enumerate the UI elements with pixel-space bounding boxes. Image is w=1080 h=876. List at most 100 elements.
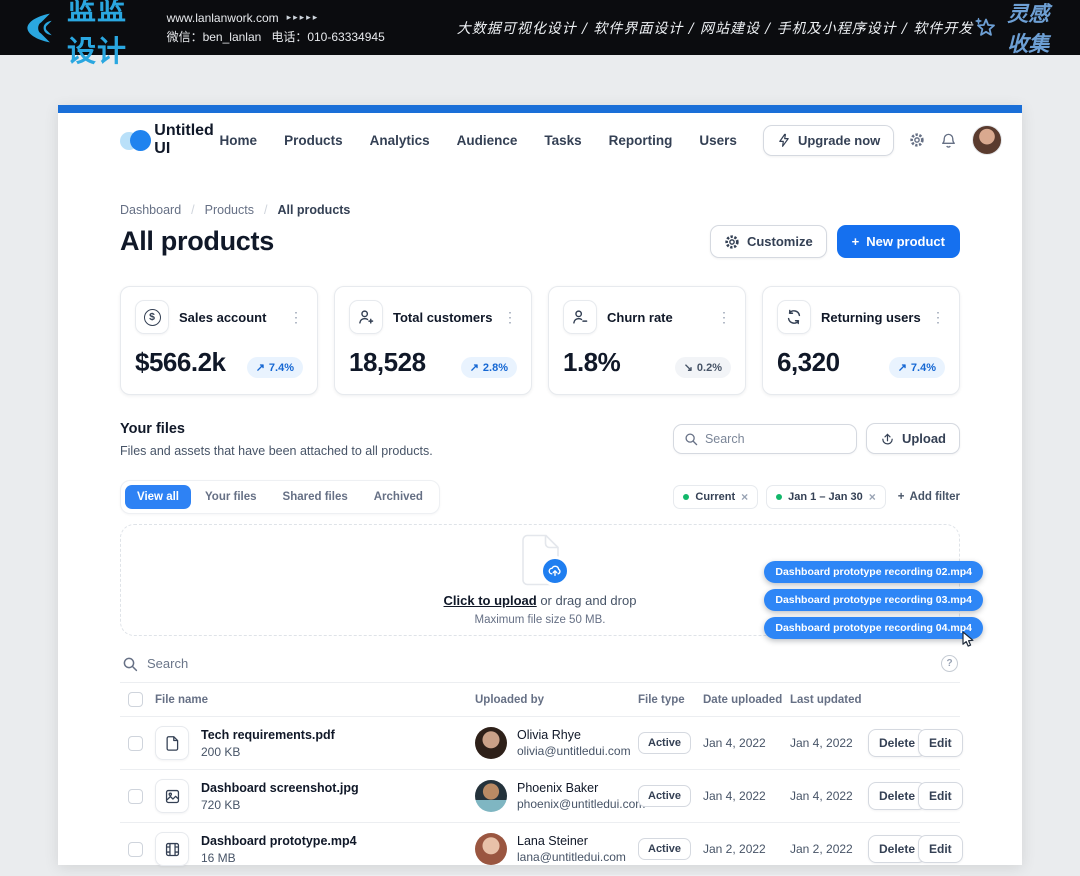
date-uploaded: Jan 2, 2022 bbox=[703, 842, 790, 856]
row-checkbox[interactable] bbox=[128, 736, 143, 751]
nav-item-audience[interactable]: Audience bbox=[457, 133, 518, 148]
banner-wechat: 微信：ben_lanlan bbox=[167, 30, 262, 44]
nav-item-products[interactable]: Products bbox=[284, 133, 343, 148]
tab-shared-files[interactable]: Shared files bbox=[271, 485, 360, 509]
customize-label: Customize bbox=[747, 234, 813, 249]
dragged-file-chip[interactable]: Dashboard prototype recording 02.mp4 bbox=[764, 561, 983, 583]
banner-phone: 电话：010-63334945 bbox=[271, 30, 384, 44]
table-search-input[interactable] bbox=[147, 656, 932, 671]
breadcrumb: Dashboard / Products / All products bbox=[120, 203, 960, 217]
uploader-name: Lana Steiner bbox=[517, 834, 626, 848]
trend-up-icon: ↗ bbox=[470, 361, 479, 374]
green-dot-icon bbox=[776, 494, 782, 500]
file-name: Dashboard prototype.mp4 bbox=[201, 834, 357, 848]
new-product-button[interactable]: + New product bbox=[837, 225, 960, 258]
nav-right-cluster: Upgrade now bbox=[763, 125, 1002, 156]
dragged-files-stack: Dashboard prototype recording 02.mp4 Das… bbox=[764, 561, 983, 639]
tab-archived[interactable]: Archived bbox=[362, 485, 435, 509]
upgrade-now-button[interactable]: Upgrade now bbox=[763, 125, 894, 156]
uploader-email: phoenix@untitledui.com bbox=[517, 797, 645, 811]
drag-drop-text: or drag and drop bbox=[540, 593, 636, 608]
trend-badge: ↗7.4% bbox=[889, 357, 945, 378]
stat-card-returning: Returning users ⋮ 6,320 ↗7.4% bbox=[762, 286, 960, 395]
user-plus-icon bbox=[349, 300, 383, 334]
tab-view-all[interactable]: View all bbox=[125, 485, 191, 509]
filter-chip-current[interactable]: Current × bbox=[673, 485, 758, 509]
filter-label: Current bbox=[695, 491, 735, 503]
nav-item-reporting[interactable]: Reporting bbox=[609, 133, 673, 148]
settings-gear-icon[interactable] bbox=[909, 132, 925, 148]
edit-button[interactable]: Edit bbox=[918, 835, 963, 863]
customize-button[interactable]: Customize bbox=[710, 225, 827, 258]
select-all-checkbox[interactable] bbox=[128, 692, 143, 707]
upload-button[interactable]: Upload bbox=[866, 423, 960, 454]
add-filter-button[interactable]: + Add filter bbox=[898, 491, 960, 503]
dragged-file-chip[interactable]: Dashboard prototype recording 04.mp4 bbox=[764, 617, 983, 639]
user-avatar[interactable] bbox=[972, 125, 1002, 155]
stat-label: Churn rate bbox=[607, 310, 673, 325]
notifications-bell-icon[interactable] bbox=[940, 132, 957, 149]
customize-gear-icon bbox=[724, 234, 740, 250]
search-icon bbox=[122, 656, 138, 672]
close-icon[interactable]: × bbox=[869, 491, 876, 503]
close-icon[interactable]: × bbox=[741, 491, 748, 503]
date-updated: Jan 4, 2022 bbox=[790, 736, 868, 750]
brand-name: Untitled UI bbox=[154, 122, 219, 158]
page-header: All products Customize + New product bbox=[120, 225, 960, 258]
row-checkbox[interactable] bbox=[128, 789, 143, 804]
nav-item-analytics[interactable]: Analytics bbox=[370, 133, 430, 148]
trend-up-icon: ↗ bbox=[256, 361, 265, 374]
breadcrumb-products[interactable]: Products bbox=[205, 203, 254, 217]
avatar bbox=[475, 833, 507, 865]
uploader-name: Olivia Rhye bbox=[517, 728, 631, 742]
filter-label: Jan 1 – Jan 30 bbox=[788, 491, 863, 503]
edit-button[interactable]: Edit bbox=[918, 782, 963, 810]
files-heading: Your files bbox=[120, 421, 433, 437]
help-icon[interactable]: ? bbox=[941, 655, 958, 672]
col-date-uploaded: Date uploaded bbox=[703, 694, 790, 706]
refresh-icon bbox=[777, 300, 811, 334]
date-updated: Jan 2, 2022 bbox=[790, 842, 868, 856]
untitled-ui-brand[interactable]: Untitled UI bbox=[120, 122, 220, 158]
row-checkbox[interactable] bbox=[128, 842, 143, 857]
banner-site-url[interactable]: www.lanlanwork.com bbox=[167, 9, 279, 28]
new-product-label: New product bbox=[866, 234, 945, 249]
kebab-menu-icon[interactable]: ⋮ bbox=[503, 310, 517, 324]
avatar bbox=[475, 780, 507, 812]
nav-item-users[interactable]: Users bbox=[699, 133, 737, 148]
tab-your-files[interactable]: Your files bbox=[193, 485, 269, 509]
stat-card-customers: Total customers ⋮ 18,528 ↗2.8% bbox=[334, 286, 532, 395]
site-banner: 蓝蓝设计 www.lanlanwork.com ▸▸▸▸▸ 微信：ben_lan… bbox=[0, 0, 1080, 55]
kebab-menu-icon[interactable]: ⋮ bbox=[289, 310, 303, 324]
dragged-file-chip[interactable]: Dashboard prototype recording 03.mp4 bbox=[764, 589, 983, 611]
filter-chip-daterange[interactable]: Jan 1 – Jan 30 × bbox=[766, 485, 886, 509]
stat-value: 1.8% bbox=[563, 347, 620, 378]
files-search-input[interactable] bbox=[705, 432, 846, 446]
edit-button[interactable]: Edit bbox=[918, 729, 963, 757]
kebab-menu-icon[interactable]: ⋮ bbox=[717, 310, 731, 324]
uploader-name: Phoenix Baker bbox=[517, 781, 645, 795]
banner-arrows-icon: ▸▸▸▸▸ bbox=[287, 11, 320, 25]
trend-badge: ↗7.4% bbox=[247, 357, 303, 378]
stat-label: Sales account bbox=[179, 310, 266, 325]
upload-dropzone[interactable]: Click to upload or drag and drop Maximum… bbox=[120, 524, 960, 636]
page-title: All products bbox=[120, 226, 274, 257]
stat-card-churn: Churn rate ⋮ 1.8% ↘0.2% bbox=[548, 286, 746, 395]
date-uploaded: Jan 4, 2022 bbox=[703, 736, 790, 750]
files-search-box[interactable] bbox=[673, 424, 857, 454]
breadcrumb-dashboard[interactable]: Dashboard bbox=[120, 203, 181, 217]
upload-cloud-icon bbox=[540, 556, 570, 586]
table-header: File name Uploaded by File type Date upl… bbox=[120, 683, 960, 717]
green-dot-icon bbox=[683, 494, 689, 500]
nav-item-home[interactable]: Home bbox=[220, 133, 258, 148]
dropzone-text: Click to upload or drag and drop bbox=[444, 593, 637, 608]
nav-item-tasks[interactable]: Tasks bbox=[544, 133, 581, 148]
kebab-menu-icon[interactable]: ⋮ bbox=[931, 310, 945, 324]
banner-contact: www.lanlanwork.com ▸▸▸▸▸ 微信：ben_lanlan 电… bbox=[167, 9, 385, 46]
table-row: Dashboard screenshot.jpg 720 KB Phoenix … bbox=[120, 770, 960, 823]
status-badge: Active bbox=[638, 785, 691, 807]
inspiration-collect-button[interactable]: 灵感收集 bbox=[973, 0, 1058, 58]
trend-badge: ↗2.8% bbox=[461, 357, 517, 378]
click-to-upload-link[interactable]: Click to upload bbox=[444, 593, 537, 608]
col-uploaded-by: Uploaded by bbox=[475, 694, 638, 706]
